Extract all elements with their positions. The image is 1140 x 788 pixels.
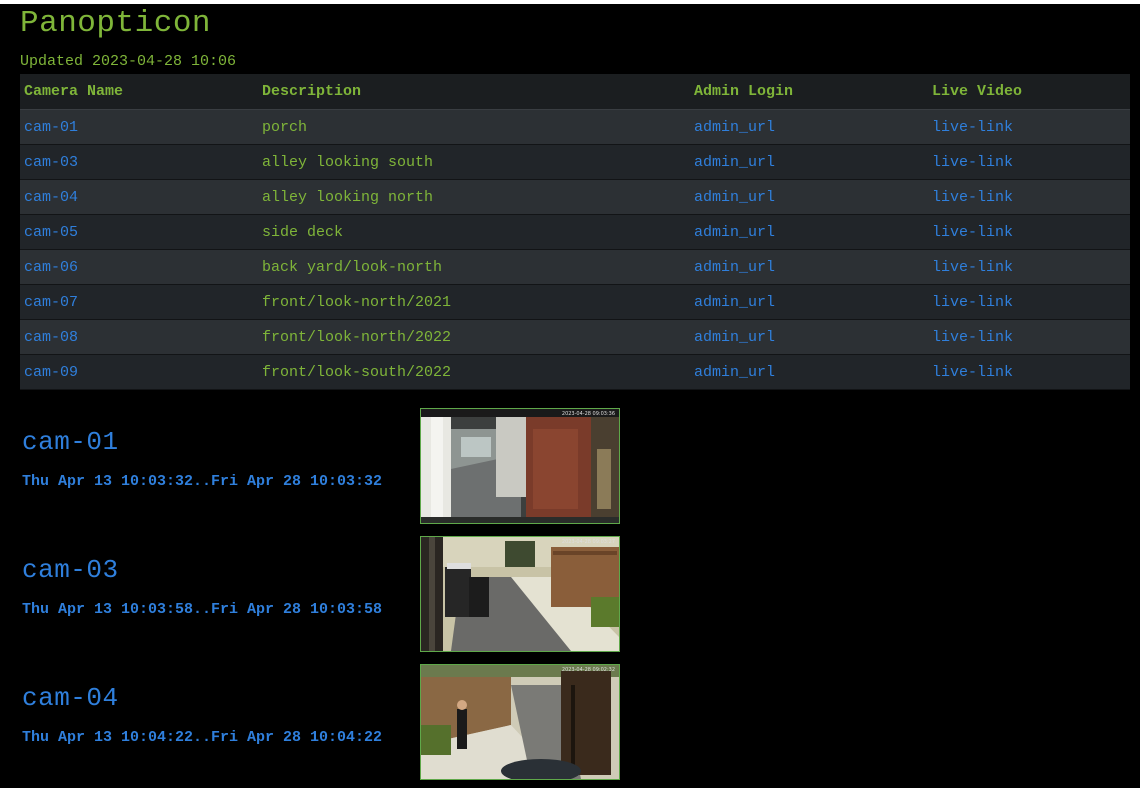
feed-time-range: Thu Apr 13 10:03:58..Fri Apr 28 10:03:58 bbox=[22, 601, 383, 618]
camera-name-link[interactable]: cam-05 bbox=[24, 224, 78, 241]
table-row: cam-05 side deck admin_url live-link bbox=[20, 214, 1130, 250]
admin-url-link[interactable]: admin_url bbox=[694, 364, 775, 381]
header-description: Description bbox=[258, 74, 690, 110]
camera-description: side deck bbox=[258, 214, 690, 250]
table-row: cam-06 back yard/look-north admin_url li… bbox=[20, 249, 1130, 285]
porch-image bbox=[421, 409, 619, 523]
feed-thumbnail-cam-03[interactable]: 2023-04-28 09:03:27 bbox=[420, 536, 620, 652]
feed-cam-01: cam-01 Thu Apr 13 10:03:32..Fri Apr 28 1… bbox=[22, 427, 382, 490]
table-row: cam-04 alley looking north admin_url liv… bbox=[20, 179, 1130, 215]
camera-description: front/look-south/2022 bbox=[258, 354, 690, 390]
top-border bbox=[0, 0, 1140, 4]
table-row: cam-08 front/look-north/2022 admin_url l… bbox=[20, 319, 1130, 355]
camera-name-link[interactable]: cam-09 bbox=[24, 364, 78, 381]
alley-south-image bbox=[421, 537, 619, 651]
feed-title[interactable]: cam-01 bbox=[22, 427, 119, 457]
admin-url-link[interactable]: admin_url bbox=[694, 154, 775, 171]
camera-name-link[interactable]: cam-06 bbox=[24, 259, 78, 276]
table-header-row: Camera Name Description Admin Login Live… bbox=[20, 74, 1130, 110]
live-link[interactable]: live-link bbox=[932, 329, 1013, 346]
live-link[interactable]: live-link bbox=[932, 224, 1013, 241]
video-timestamp: 2023-04-28 09:02:32 bbox=[561, 667, 615, 673]
admin-url-link[interactable]: admin_url bbox=[694, 259, 775, 276]
camera-description: back yard/look-north bbox=[258, 249, 690, 285]
feed-time-range: Thu Apr 13 10:03:32..Fri Apr 28 10:03:32 bbox=[22, 473, 383, 490]
admin-url-link[interactable]: admin_url bbox=[694, 329, 775, 346]
table-row: cam-01 porch admin_url live-link bbox=[20, 109, 1130, 145]
camera-description: alley looking south bbox=[258, 144, 690, 180]
camera-description: front/look-north/2022 bbox=[258, 319, 690, 355]
live-link[interactable]: live-link bbox=[932, 259, 1013, 276]
live-link[interactable]: live-link bbox=[932, 364, 1013, 381]
camera-name-link[interactable]: cam-01 bbox=[24, 119, 78, 136]
video-timestamp: 2023-04-28 09:03:36 bbox=[561, 411, 615, 417]
header-camera-name: Camera Name bbox=[20, 74, 258, 110]
video-timestamp: 2023-04-28 09:03:27 bbox=[561, 539, 615, 545]
page-title: Panopticon bbox=[20, 6, 212, 41]
camera-name-link[interactable]: cam-04 bbox=[24, 189, 78, 206]
admin-url-link[interactable]: admin_url bbox=[694, 224, 775, 241]
updated-timestamp: Updated 2023-04-28 10:06 bbox=[20, 53, 237, 70]
feed-thumbnail-cam-04[interactable]: 2023-04-28 09:02:32 bbox=[420, 664, 620, 780]
header-live-video: Live Video bbox=[928, 74, 1130, 110]
feed-title[interactable]: cam-04 bbox=[22, 683, 119, 713]
camera-name-link[interactable]: cam-03 bbox=[24, 154, 78, 171]
table-row: cam-03 alley looking south admin_url liv… bbox=[20, 144, 1130, 180]
live-link[interactable]: live-link bbox=[932, 189, 1013, 206]
camera-description: front/look-north/2021 bbox=[258, 284, 690, 320]
admin-url-link[interactable]: admin_url bbox=[694, 294, 775, 311]
header-admin-login: Admin Login bbox=[690, 74, 928, 110]
feed-cam-04: cam-04 Thu Apr 13 10:04:22..Fri Apr 28 1… bbox=[22, 683, 382, 746]
feed-thumbnail-cam-01[interactable]: 2023-04-28 09:03:36 bbox=[420, 408, 620, 524]
live-link[interactable]: live-link bbox=[932, 294, 1013, 311]
feed-cam-03: cam-03 Thu Apr 13 10:03:58..Fri Apr 28 1… bbox=[22, 555, 382, 618]
table-row: cam-07 front/look-north/2021 admin_url l… bbox=[20, 284, 1130, 320]
table-row: cam-09 front/look-south/2022 admin_url l… bbox=[20, 354, 1130, 390]
admin-url-link[interactable]: admin_url bbox=[694, 119, 775, 136]
camera-description: alley looking north bbox=[258, 179, 690, 215]
camera-table: Camera Name Description Admin Login Live… bbox=[20, 74, 1130, 390]
live-link[interactable]: live-link bbox=[932, 154, 1013, 171]
admin-url-link[interactable]: admin_url bbox=[694, 189, 775, 206]
camera-description: porch bbox=[258, 109, 690, 145]
alley-north-image bbox=[421, 665, 619, 779]
feed-title[interactable]: cam-03 bbox=[22, 555, 119, 585]
live-link[interactable]: live-link bbox=[932, 119, 1013, 136]
camera-name-link[interactable]: cam-08 bbox=[24, 329, 78, 346]
feed-time-range: Thu Apr 13 10:04:22..Fri Apr 28 10:04:22 bbox=[22, 729, 383, 746]
camera-name-link[interactable]: cam-07 bbox=[24, 294, 78, 311]
